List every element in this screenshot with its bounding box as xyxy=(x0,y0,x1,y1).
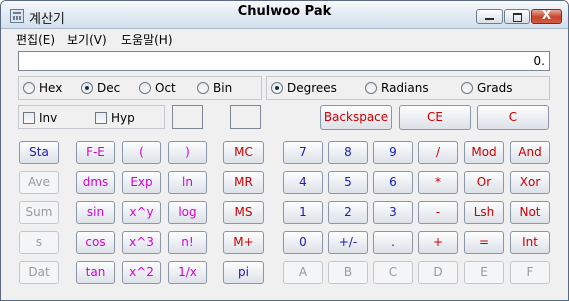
key-mod-button[interactable]: Mod xyxy=(464,141,504,164)
stat-sta-button[interactable]: Sta xyxy=(19,141,59,164)
maximize-button[interactable] xyxy=(504,9,530,24)
radio-label: Bin xyxy=(213,81,233,95)
key-or-button[interactable]: Or xyxy=(464,171,504,194)
key-equals-button[interactable]: = xyxy=(464,231,504,254)
radio-label: Dec xyxy=(97,81,121,95)
close-icon: X xyxy=(541,8,552,22)
parenthesis-indicator xyxy=(172,105,203,129)
fn-x-squared-button[interactable]: x^2 xyxy=(122,261,161,284)
key-1-button[interactable]: 1 xyxy=(283,201,323,224)
stat-s-button: s xyxy=(19,231,59,254)
key-subtract-button[interactable]: - xyxy=(418,201,458,224)
radio-button-icon xyxy=(365,82,377,94)
minimize-icon xyxy=(485,18,494,20)
key-b-button: B xyxy=(328,261,368,284)
key-decimal-button[interactable]: . xyxy=(373,231,413,254)
radio-button-icon xyxy=(81,82,93,94)
radio-button-icon xyxy=(23,82,35,94)
key-3-button[interactable]: 3 xyxy=(373,201,413,224)
fn-factorial-button[interactable]: n! xyxy=(168,231,207,254)
key-and-button[interactable]: And xyxy=(510,141,550,164)
fn-dms-button[interactable]: dms xyxy=(76,171,115,194)
menu-view[interactable]: 보기(V) xyxy=(67,31,107,48)
maximize-icon xyxy=(513,13,522,22)
checkbox-icon xyxy=(23,112,35,124)
menu-edit[interactable]: 편집(E) xyxy=(16,31,55,48)
key-7-button[interactable]: 7 xyxy=(283,141,323,164)
memory-pi-button[interactable]: pi xyxy=(223,261,264,284)
key-xor-button[interactable]: Xor xyxy=(510,171,550,194)
fn-log-button[interactable]: log xyxy=(168,201,207,224)
key-multiply-button[interactable]: * xyxy=(418,171,458,194)
fn-cos-button[interactable]: cos xyxy=(76,231,115,254)
key-e-button: E xyxy=(464,261,504,284)
radio-label: Hex xyxy=(39,81,63,95)
radio-button-icon xyxy=(461,82,473,94)
backspace-button[interactable]: Backspace xyxy=(320,105,392,130)
close-button[interactable]: X xyxy=(531,8,562,24)
menu-bar: 편집(E) 보기(V) 도움말(H) xyxy=(1,29,568,47)
checkbox-icon xyxy=(95,112,107,124)
fn-sin-button[interactable]: sin xyxy=(76,201,115,224)
key-5-button[interactable]: 5 xyxy=(328,171,368,194)
radio-button-icon xyxy=(271,82,283,94)
key-lsh-button[interactable]: Lsh xyxy=(464,201,504,224)
radio-label: Oct xyxy=(155,81,176,95)
key-2-button[interactable]: 2 xyxy=(328,201,368,224)
memory-indicator xyxy=(230,105,261,129)
key-a-button: A xyxy=(283,261,323,284)
key-6-button[interactable]: 6 xyxy=(373,171,413,194)
key-8-button[interactable]: 8 xyxy=(328,141,368,164)
stat-dat-button: Dat xyxy=(19,261,59,284)
key-add-button[interactable]: + xyxy=(418,231,458,254)
memory-m-button[interactable]: M+ xyxy=(223,231,264,254)
radio-button-icon xyxy=(139,82,151,94)
ce-button[interactable]: CE xyxy=(399,105,471,130)
fn-exp-button[interactable]: Exp xyxy=(122,171,161,194)
fn-ln-button[interactable]: ln xyxy=(168,171,207,194)
key-sign-button[interactable]: +/- xyxy=(328,231,368,254)
key-4-button[interactable]: 4 xyxy=(283,171,323,194)
radio-label: Degrees xyxy=(287,81,337,95)
checkbox-label: Inv xyxy=(39,111,58,125)
minimize-button[interactable] xyxy=(476,9,503,24)
display-value: 0. xyxy=(533,54,545,68)
fn-reciprocal-button[interactable]: 1/x xyxy=(168,261,207,284)
key-not-button[interactable]: Not xyxy=(510,201,550,224)
memory-mc-button[interactable]: MC xyxy=(223,141,264,164)
stat-sum-button: Sum xyxy=(19,201,59,224)
result-display: 0. xyxy=(18,51,550,71)
key-0-button[interactable]: 0 xyxy=(283,231,323,254)
radio-label: Grads xyxy=(477,81,513,95)
memory-ms-button[interactable]: MS xyxy=(223,201,264,224)
fn-close-paren-button[interactable]: ) xyxy=(168,141,207,164)
fn-x-pow-y-button[interactable]: x^y xyxy=(122,201,161,224)
checkbox-label: Hyp xyxy=(111,111,135,125)
title-bar[interactable]: 계산기 Chulwoo Pak X xyxy=(1,1,568,29)
key-f-button: F xyxy=(510,261,550,284)
radio-button-icon xyxy=(197,82,209,94)
key-9-button[interactable]: 9 xyxy=(373,141,413,164)
fn-f-e-button[interactable]: F-E xyxy=(76,141,115,164)
fn-x-cubed-button[interactable]: x^3 xyxy=(122,231,161,254)
key-d-button: D xyxy=(418,261,458,284)
fn-open-paren-button[interactable]: ( xyxy=(122,141,161,164)
key-divide-button[interactable]: / xyxy=(418,141,458,164)
radio-label: Radians xyxy=(381,81,429,95)
menu-help[interactable]: 도움말(H) xyxy=(121,31,173,48)
calculator-window: 계산기 Chulwoo Pak X 편집(E) 보기(V) 도움말(H) 0. … xyxy=(0,0,569,301)
fn-tan-button[interactable]: tan xyxy=(76,261,115,284)
memory-mr-button[interactable]: MR xyxy=(223,171,264,194)
c-button[interactable]: C xyxy=(477,105,549,130)
key-c-button: C xyxy=(373,261,413,284)
stat-ave-button: Ave xyxy=(19,171,59,194)
key-int-button[interactable]: Int xyxy=(510,231,550,254)
